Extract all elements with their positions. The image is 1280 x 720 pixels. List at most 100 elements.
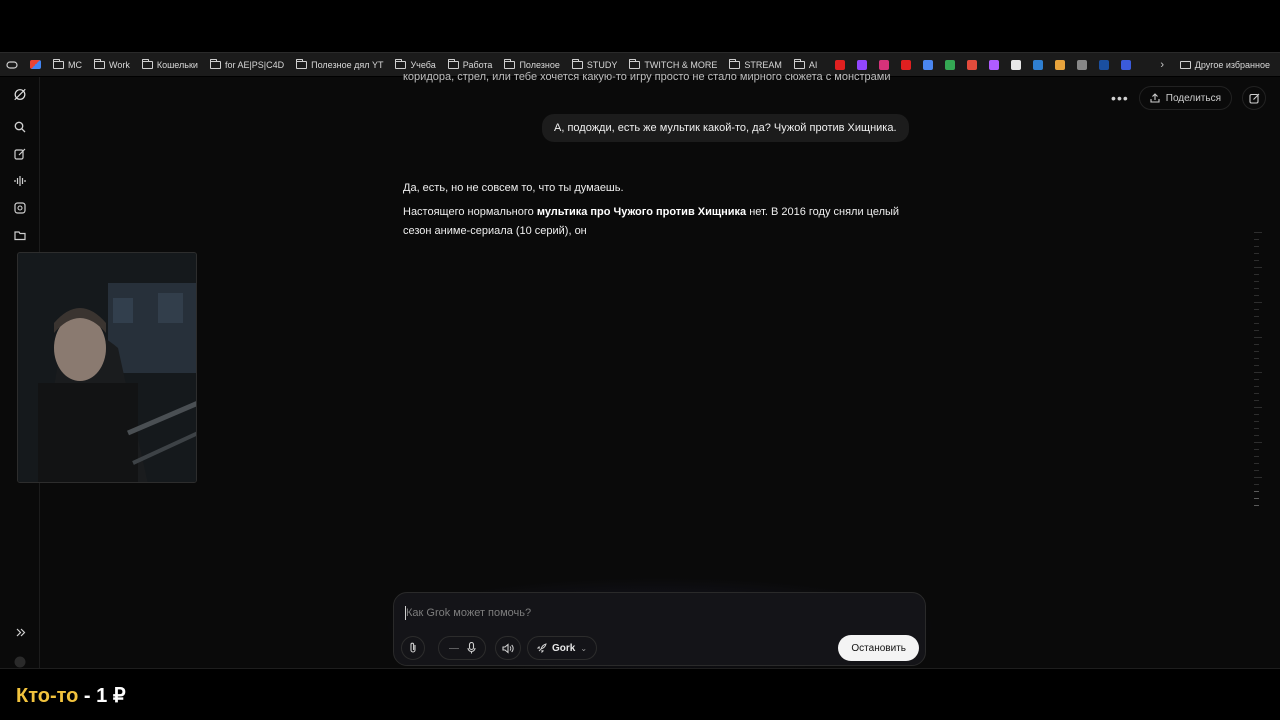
imagine-icon[interactable] xyxy=(13,201,27,215)
assistant-message: Да, есть, но не совсем то, что ты думаеш… xyxy=(403,179,913,246)
share-icon xyxy=(1150,93,1160,103)
header-actions: ••• Поделиться xyxy=(1111,86,1266,110)
new-chat-icon[interactable] xyxy=(13,147,27,161)
folder-icon xyxy=(729,58,741,69)
x-icon[interactable] xyxy=(1121,59,1132,70)
minimap-tick xyxy=(1254,505,1259,506)
grok-app: ••• Поделиться коридора, стрел, или тебе… xyxy=(0,71,1280,677)
minimap-tick xyxy=(1254,421,1259,422)
new-chat-button[interactable] xyxy=(1242,86,1266,110)
bookmark-label: for AE|PS|C4D xyxy=(224,59,285,70)
bookmark-folder[interactable]: for AE|PS|C4D xyxy=(204,53,290,76)
more-options-icon[interactable]: ••• xyxy=(1111,90,1129,106)
share-button[interactable]: Поделиться xyxy=(1138,86,1232,110)
minimap-tick xyxy=(1254,428,1259,429)
other-bookmarks[interactable]: Другое избранное xyxy=(1179,53,1270,76)
bookmark-folder[interactable]: MC xyxy=(47,53,88,76)
youtube-icon[interactable] xyxy=(835,59,846,70)
streamer-photo xyxy=(18,253,196,482)
excel-icon[interactable] xyxy=(1099,59,1110,70)
voice-icon[interactable] xyxy=(13,174,27,188)
minimap-tick xyxy=(1254,281,1259,282)
previous-message-cut: коридора, стрел, или тебе хочется какую-… xyxy=(403,71,891,83)
translate-icon[interactable] xyxy=(923,59,934,70)
im-icon[interactable] xyxy=(1033,59,1044,70)
minimap-tick xyxy=(1254,239,1259,240)
avatar[interactable] xyxy=(13,655,27,669)
minimap-tick xyxy=(1254,386,1259,387)
minimap-tick xyxy=(1254,393,1259,394)
minimap-tick xyxy=(1254,323,1259,324)
donor-name: Кто-то xyxy=(16,685,79,707)
bookmark-label: Кошельки xyxy=(156,59,198,70)
bookmark-label: Учеба xyxy=(410,59,436,70)
folder-icon xyxy=(447,58,459,69)
speaker-icon xyxy=(502,642,514,654)
bookmark-label: STREAM xyxy=(744,59,782,70)
webcam-overlay xyxy=(17,252,197,483)
waveform-icon: ····· xyxy=(448,643,460,653)
location-icon[interactable] xyxy=(967,59,978,70)
minimap-tick xyxy=(1254,295,1259,296)
reply-text: Настоящего нормального xyxy=(403,206,537,218)
bookmark-folder[interactable]: Кошельки xyxy=(136,53,204,76)
folder-icon xyxy=(395,58,407,69)
speaker-button[interactable] xyxy=(495,636,521,660)
minimap-tick xyxy=(1254,414,1259,415)
chevron-down-icon: ⌄ xyxy=(580,643,588,653)
folder-icon[interactable] xyxy=(1055,59,1066,70)
gmail-icon[interactable] xyxy=(30,60,41,69)
minimap-tick xyxy=(1254,232,1262,233)
bookmark-folder[interactable]: Полезное дял YT xyxy=(290,53,389,76)
conversation-minimap[interactable] xyxy=(1254,232,1262,522)
folder-icon xyxy=(504,58,516,69)
folder-icon xyxy=(209,58,221,69)
prompt-input[interactable]: Как Grok может помочь? xyxy=(406,607,531,619)
minimap-tick xyxy=(1254,253,1259,254)
stream-overlay-bar xyxy=(0,668,1280,720)
minimap-tick xyxy=(1254,344,1259,345)
twitch-icon[interactable] xyxy=(857,59,868,70)
voice-input-button[interactable]: ····· xyxy=(438,636,486,660)
reply-bold-text: мультика про Чужого против Хищника xyxy=(536,206,747,218)
bookmark-folder[interactable]: Work xyxy=(88,53,136,76)
user-message: А, подожди, есть же мультик какой-то, да… xyxy=(542,114,909,142)
bookmark-label: Работа xyxy=(462,59,493,70)
search-icon[interactable] xyxy=(13,120,27,134)
minimap-tick xyxy=(1254,449,1259,450)
minimap-tick xyxy=(1254,379,1259,380)
minimap-tick xyxy=(1254,435,1259,436)
attach-button[interactable] xyxy=(401,636,425,660)
folder-icon xyxy=(571,58,583,69)
minimap-tick xyxy=(1254,456,1259,457)
folder-icon xyxy=(629,58,641,69)
re-icon[interactable] xyxy=(1077,59,1088,70)
minimap-tick xyxy=(1254,351,1259,352)
model-selector[interactable]: Gork ⌄ xyxy=(527,636,597,660)
folder-icon xyxy=(296,58,308,69)
grok-logo-icon[interactable] xyxy=(13,87,27,101)
expand-sidebar-icon[interactable] xyxy=(13,625,27,639)
instagram-icon[interactable] xyxy=(879,59,890,70)
minimap-tick xyxy=(1254,260,1259,261)
tab-search-icon[interactable] xyxy=(0,53,24,76)
bookmarks-overflow-chevron-icon[interactable]: › xyxy=(1160,53,1164,76)
stop-button[interactable]: Остановить xyxy=(838,635,919,661)
twitch-icon[interactable] xyxy=(989,59,1000,70)
maps-icon[interactable] xyxy=(945,59,956,70)
reply-paragraph-1: Да, есть, но не совсем то, что ты думаеш… xyxy=(403,182,624,194)
minimap-tick xyxy=(1254,463,1259,464)
minimap-tick xyxy=(1254,267,1262,268)
minimap-tick xyxy=(1254,470,1259,471)
files-icon[interactable] xyxy=(13,228,27,242)
bookmark-label: STUDY xyxy=(586,59,618,70)
minimap-tick xyxy=(1254,491,1259,492)
youtube-icon[interactable] xyxy=(901,59,912,70)
folder-icon xyxy=(793,58,805,69)
donation-alert: Кто-то - 1 ₽ xyxy=(16,683,126,708)
folder-icon xyxy=(141,58,153,69)
model-label: Gork xyxy=(551,642,576,654)
notion-icon[interactable] xyxy=(1011,59,1022,70)
folder-icon xyxy=(94,58,105,69)
minimap-tick xyxy=(1254,407,1262,408)
